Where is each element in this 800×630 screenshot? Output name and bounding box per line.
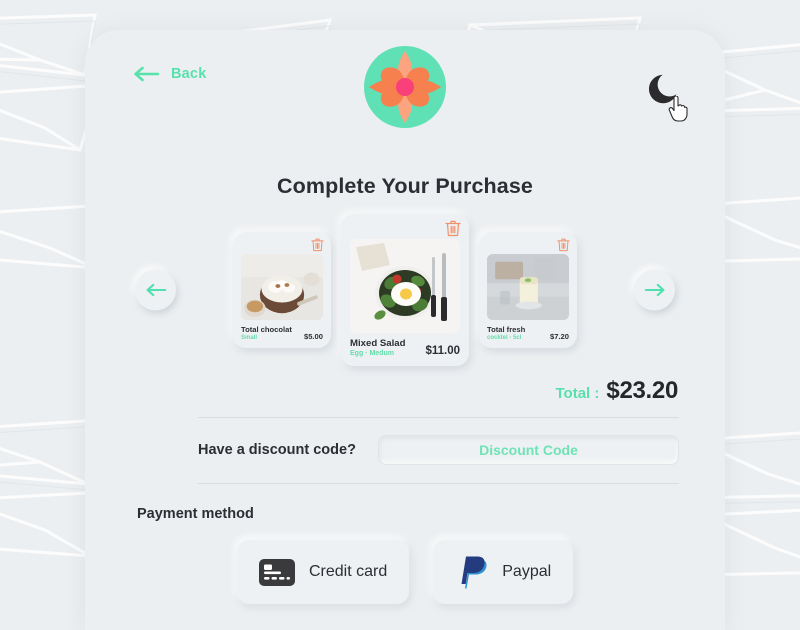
arrow-left-icon	[134, 66, 160, 82]
product-subtitle: Egg · Medum	[350, 350, 394, 357]
product-carousel: Total chocolat Small $5.00 Mixed Salad E…	[85, 214, 725, 366]
divider	[198, 483, 679, 484]
payment-option-label: Paypal	[502, 563, 552, 580]
product-thumbnail	[487, 254, 569, 320]
product-subtitle: Small	[241, 335, 258, 341]
divider	[198, 417, 679, 418]
back-label: Back	[171, 66, 207, 82]
header: Back	[85, 30, 725, 138]
product-meta: Mixed Salad Egg · Medum $11.00	[350, 338, 460, 357]
payment-options: Credit card Paypal	[237, 540, 725, 604]
trash-icon[interactable]	[311, 237, 324, 252]
total-label: Total :	[555, 385, 600, 402]
payment-option-label: Credit card	[309, 563, 388, 580]
product-card[interactable]: Total chocolat Small $5.00	[233, 232, 331, 348]
payment-option-credit-card[interactable]: Credit card	[237, 540, 410, 604]
product-card[interactable]: Mixed Salad Egg · Medum $11.00	[341, 214, 469, 366]
carousel-items: Total chocolat Small $5.00 Mixed Salad E…	[85, 214, 725, 366]
moon-icon	[648, 74, 677, 104]
discount-section: Have a discount code?	[198, 435, 679, 465]
trash-icon[interactable]	[557, 237, 570, 252]
page-title: Complete Your Purchase	[277, 174, 533, 198]
trash-icon[interactable]	[445, 219, 461, 237]
product-thumbnail	[241, 254, 323, 320]
product-name: Total fresh	[487, 325, 526, 334]
carousel-prev-button[interactable]	[135, 269, 176, 311]
arrow-right-icon	[644, 283, 664, 297]
discount-question: Have a discount code?	[198, 442, 356, 458]
product-price: $11.00	[425, 345, 460, 357]
order-total: Total : $23.20	[85, 377, 725, 405]
paypal-icon	[461, 556, 487, 589]
product-name: Total chocolat	[241, 325, 292, 334]
product-meta: Total chocolat Small $5.00	[241, 325, 323, 341]
payment-option-paypal[interactable]: Paypal	[433, 540, 574, 604]
product-name: Mixed Salad	[350, 338, 406, 349]
product-thumbnail	[350, 239, 460, 333]
product-subtitle: cocktel - 5cl	[487, 335, 522, 341]
credit-card-icon	[259, 558, 295, 586]
theme-toggle-button[interactable]	[647, 70, 688, 122]
checkout-panel: Back Complete Your Purchase Total chocol…	[85, 30, 725, 630]
product-meta: Total fresh cocktel - 5cl $7.20	[487, 325, 569, 341]
product-price: $5.00	[303, 332, 323, 341]
back-button[interactable]: Back	[133, 66, 206, 82]
arrow-left-icon	[146, 283, 166, 297]
flower-logo-icon	[364, 46, 446, 133]
product-price: $7.20	[549, 332, 569, 341]
carousel-next-button[interactable]	[634, 269, 675, 311]
product-card[interactable]: Total fresh cocktel - 5cl $7.20	[479, 232, 577, 348]
payment-method-title: Payment method	[137, 506, 254, 522]
total-value: $23.20	[606, 377, 678, 404]
discount-code-input[interactable]	[377, 435, 679, 465]
